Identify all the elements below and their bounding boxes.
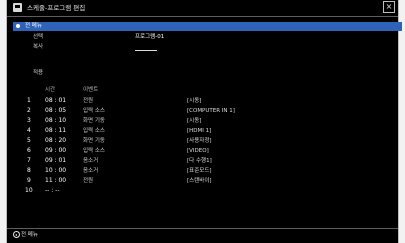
select-value[interactable]: 프로그램-01 (135, 33, 164, 41)
footer-divider (7, 228, 398, 229)
row-parameter: [사용자정] (187, 138, 212, 144)
schedule-row[interactable]: 7 09 : 01 음소거 [다 수행1] (7, 156, 398, 166)
row-time: 10 : 00 (45, 167, 67, 174)
schedule-row[interactable]: 1 08 : 01 전원 [시동] (7, 96, 398, 106)
row-time: 09 : 00 (45, 147, 67, 154)
row-event: 입력 소스 (83, 128, 105, 134)
row-number: 8 (27, 167, 31, 174)
row-time: 08 : 01 (45, 97, 67, 104)
section-title-apply[interactable]: 적용 (33, 69, 43, 77)
row-time: 08 : 05 (45, 107, 67, 114)
row-number: 5 (27, 137, 31, 144)
row-number: 6 (27, 147, 31, 154)
schedule-row[interactable]: 5 08 : 20 화면 기동 [사용자정] (7, 136, 398, 146)
schedule-row[interactable]: 6 09 : 00 입력 소스 [VIDEO] (7, 146, 398, 156)
row-event: 음소거 (83, 168, 99, 174)
schedule-row[interactable]: 2 08 : 05 입력 소스 [COMPUTER IN 1] (7, 106, 398, 116)
row-time: 08 : 20 (45, 137, 67, 144)
schedule-app-icon (13, 3, 22, 12)
title-bar: 스케줄-프로그램 편집 × (7, 0, 398, 17)
copy-value-underline (135, 50, 157, 51)
row-number: 10 (25, 187, 33, 194)
row-parameter: [다 수행1] (187, 158, 212, 164)
row-number: 1 (27, 97, 31, 104)
footer-label: 전 메뉴 (21, 232, 38, 238)
schedule-row[interactable]: 8 10 : 00 음소거 [표준모드] (7, 166, 398, 176)
schedule-window: 스케줄-프로그램 편집 × 전 메뉴 선택 프로그램-01 복사 적용 시간 이… (6, 0, 402, 243)
row-time: 09 : 01 (45, 157, 67, 164)
schedule-row[interactable]: 4 08 : 11 입력 소스 [HDMI 1] (7, 126, 398, 136)
row-event: 화면 기동 (83, 138, 105, 144)
row-parameter: [VIDEO] (187, 148, 209, 154)
row-time: 11 : 00 (45, 177, 67, 184)
row-parameter: [시동] (187, 118, 202, 124)
close-button[interactable]: × (383, 1, 395, 13)
menu-item-full-menu[interactable]: 전 메뉴 (13, 22, 402, 31)
row-parameter: [스탠바이] (187, 178, 212, 184)
row-time: 08 : 10 (45, 117, 67, 124)
bullet-icon (16, 24, 20, 28)
row-event: 전원 (83, 178, 94, 184)
row-time: 08 : 11 (45, 127, 67, 134)
copy-label: 복사 (33, 44, 44, 50)
row-number: 7 (27, 157, 31, 164)
row-number: 3 (27, 117, 31, 124)
row-event: 입력 소스 (83, 148, 105, 154)
row-number: 4 (27, 127, 31, 134)
menu-item-label: 전 메뉴 (25, 23, 42, 29)
row-number: 9 (27, 177, 31, 184)
column-header-event: 이벤트 (83, 87, 99, 93)
row-number: 2 (27, 107, 31, 114)
schedule-row[interactable]: 3 08 : 10 화면 기동 [시동] (7, 116, 398, 126)
schedule-row[interactable]: 9 11 : 00 전원 [스탠바이] (7, 176, 398, 186)
row-event: 화면 기동 (83, 118, 105, 124)
schedule-row[interactable]: 10 -- : -- (7, 186, 398, 196)
row-event: 입력 소스 (83, 108, 105, 114)
row-parameter: [표준모드] (187, 168, 212, 174)
row-event: 전원 (83, 98, 94, 104)
window-title: 스케줄-프로그램 편집 (27, 4, 86, 12)
row-parameter: [COMPUTER IN 1] (187, 108, 235, 114)
row-event: 음소거 (83, 158, 99, 164)
row-parameter: [HDMI 1] (187, 128, 212, 134)
back-arrow-icon (13, 231, 20, 238)
row-time: -- : -- (45, 187, 60, 194)
select-label: 선택 (33, 34, 44, 40)
row-parameter: [시동] (187, 98, 202, 104)
footer-back-to-menu[interactable]: 전 메뉴 (13, 230, 38, 240)
column-header-time: 시간 (45, 87, 56, 93)
